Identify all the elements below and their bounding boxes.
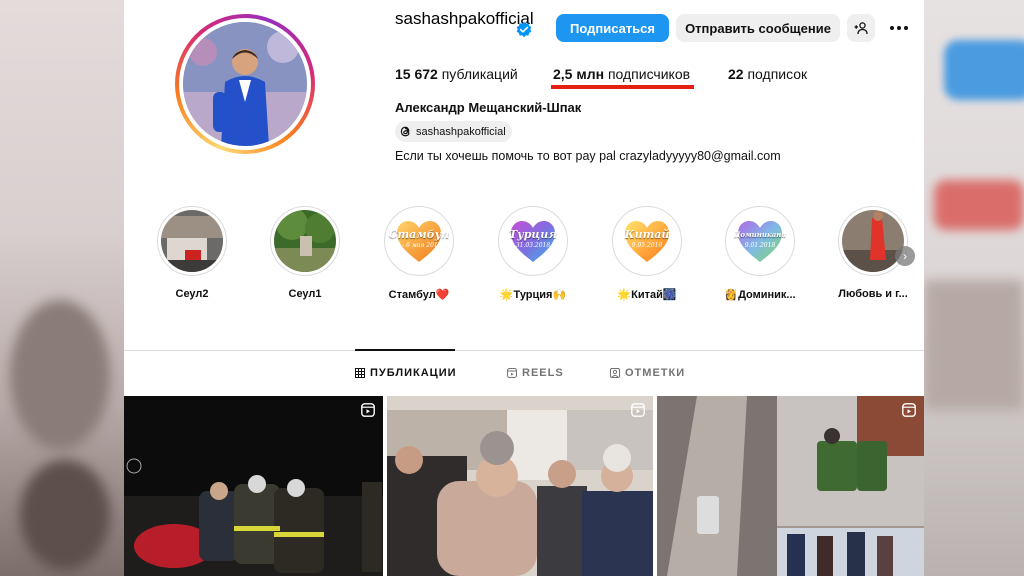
- highlight-cover: Китай 9.05.2018: [616, 210, 678, 272]
- follow-button[interactable]: Подписаться: [556, 14, 669, 42]
- active-tab-indicator: [355, 349, 455, 351]
- tab-posts[interactable]: ПУБЛИКАЦИИ: [355, 367, 457, 379]
- more-options-icon[interactable]: [890, 18, 912, 38]
- highlight-cover: [161, 210, 223, 272]
- tagged-icon: [610, 368, 620, 378]
- highlight-istanbul[interactable]: Стамбул 2 - 6 мая 2018 Стамбул❤️: [381, 206, 457, 301]
- threads-icon: [400, 126, 410, 137]
- highlight-seoul1[interactable]: Сеул1: [267, 206, 343, 300]
- post-thumbnail[interactable]: [657, 396, 924, 576]
- reel-indicator-icon: [902, 403, 916, 417]
- threads-badge[interactable]: sashashpakofficial: [395, 121, 512, 142]
- blurred-background-right: [924, 0, 1024, 576]
- posts-value: 15 672: [395, 66, 438, 82]
- followers-count[interactable]: 2,5 млн подписчиков: [553, 66, 690, 82]
- post-thumbnail[interactable]: [124, 396, 383, 576]
- following-value: 22: [728, 66, 744, 82]
- heart-title: Доминикана: [734, 230, 786, 239]
- add-person-icon: [854, 22, 868, 35]
- tabs-divider: [124, 350, 924, 351]
- highlight-cover: Турция 31.03.2018: [502, 210, 564, 272]
- highlight-label: Стамбул❤️: [388, 289, 450, 301]
- highlight-cover: [274, 210, 336, 272]
- profile-bio: Если ты хочешь помочь то вот pay pal cra…: [395, 149, 781, 163]
- send-message-button[interactable]: Отправить сообщение: [676, 14, 840, 42]
- heart-subtitle: 9.01.2018: [744, 242, 776, 249]
- tab-label: ПУБЛИКАЦИИ: [370, 367, 457, 379]
- suggest-accounts-button[interactable]: [847, 14, 875, 42]
- highlight-cover: Стамбул 2 - 6 мая 2018: [388, 210, 450, 272]
- highlight-label: 👸Доминик...: [724, 289, 796, 301]
- heart-subtitle: 2 - 6 мая 2018: [396, 242, 442, 249]
- full-name: Александр Мещанский-Шпак: [395, 100, 582, 115]
- tab-label: REELS: [522, 367, 564, 379]
- highlight-cover: Доминикана 9.01.2018: [729, 210, 791, 272]
- avatar: [183, 22, 307, 146]
- profile-avatar-ring[interactable]: [175, 14, 315, 154]
- heart-title: Стамбул: [388, 228, 450, 241]
- highlight-label: 🌟Китай🎆: [617, 289, 677, 301]
- posts-count: 15 672 публикаций: [395, 66, 518, 82]
- reel-indicator-icon: [361, 403, 375, 417]
- threads-handle: sashashpakofficial: [416, 125, 506, 138]
- red-annotation-underline: [551, 85, 694, 89]
- highlight-label: Сеул2: [175, 288, 209, 300]
- grid-icon: [355, 368, 365, 378]
- highlight-turkey[interactable]: Турция 31.03.2018 🌟Турция🙌: [495, 206, 571, 301]
- highlight-seoul2[interactable]: Сеул2: [154, 206, 230, 300]
- highlight-dominicana[interactable]: Доминикана 9.01.2018 👸Доминик...: [722, 206, 798, 301]
- highlights-next-icon[interactable]: ›: [895, 246, 915, 266]
- followers-label: подписчиков: [607, 66, 691, 82]
- posts-label: публикаций: [441, 66, 518, 82]
- verified-badge-icon: [516, 21, 532, 38]
- reels-icon: [507, 368, 517, 378]
- highlight-china[interactable]: Китай 9.05.2018 🌟Китай🎆: [609, 206, 685, 301]
- heart-title: Турция: [508, 228, 558, 241]
- post-thumbnail[interactable]: [387, 396, 653, 576]
- blurred-background-left: [0, 0, 124, 576]
- highlight-label: 🌟Турция🙌: [499, 289, 567, 301]
- highlight-label: Любовь и г...: [838, 288, 908, 300]
- highlight-label: Сеул1: [288, 288, 322, 300]
- tab-reels[interactable]: REELS: [507, 367, 564, 379]
- tab-label: ОТМЕТКИ: [625, 367, 686, 379]
- reel-indicator-icon: [631, 403, 645, 417]
- following-label: подписок: [747, 66, 808, 82]
- followers-value: 2,5 млн: [553, 66, 605, 82]
- following-count[interactable]: 22 подписок: [728, 66, 807, 82]
- tab-tagged[interactable]: ОТМЕТКИ: [610, 367, 685, 379]
- profile-username: sashashpakofficial: [395, 9, 534, 28]
- heart-subtitle: 31.03.2018: [515, 242, 551, 249]
- heart-title: Китай: [624, 228, 670, 241]
- heart-subtitle: 9.05.2018: [631, 242, 663, 249]
- profile-page: sashashpakofficial Подписаться Отправить…: [124, 0, 924, 576]
- highlight-cover: [842, 210, 904, 272]
